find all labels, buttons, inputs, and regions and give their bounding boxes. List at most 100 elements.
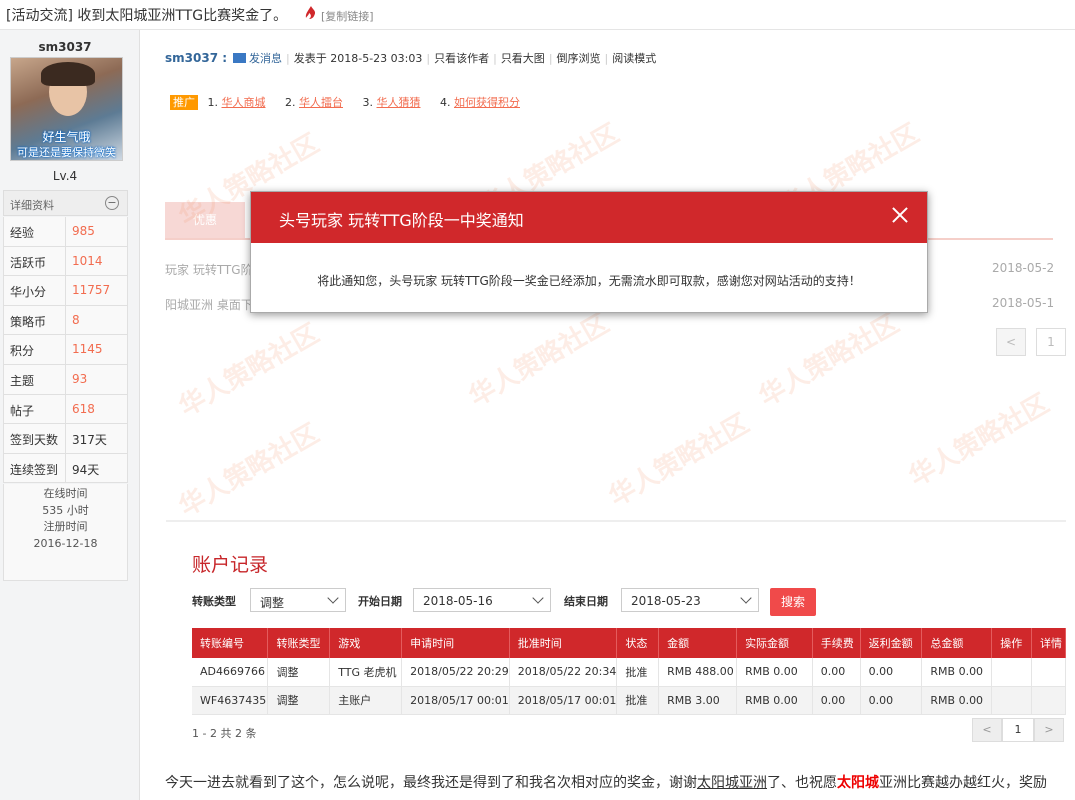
promo-link-mall[interactable]: 华人商城 bbox=[222, 96, 266, 109]
table-row: AD4669766 调整 TTG 老虎机 2018/05/22 20:29 20… bbox=[192, 658, 1066, 687]
pager-page-1[interactable]: 1 bbox=[1002, 718, 1034, 742]
stat-value[interactable]: 1014 bbox=[72, 254, 103, 268]
thread-title: [活动交流] 收到太阳城亚洲TTG比赛奖金了。 bbox=[6, 8, 288, 24]
online-value: 535 小时 bbox=[42, 503, 89, 517]
search-button[interactable]: 搜索 bbox=[770, 588, 816, 616]
post-author[interactable]: sm3037 : bbox=[165, 51, 227, 65]
stat-label: 策略币 bbox=[10, 314, 47, 329]
detail-toggle[interactable]: 详细资料 − bbox=[3, 190, 128, 216]
account-records-table: 转账编号 转账类型 游戏 申请时间 批准时间 状态 金额 实际金额 手续费 返利… bbox=[192, 628, 1066, 715]
modal-message: 将此通知您，头号玩家 玩转TTG阶段一奖金已经添加，无需流水即可取款，感谢您对网… bbox=[317, 274, 861, 288]
stat-value[interactable]: 1145 bbox=[72, 342, 103, 356]
stat-label: 经验 bbox=[10, 226, 35, 240]
bg-row-1-left: 玩家 玩转TTG阶 bbox=[165, 263, 253, 277]
close-icon[interactable] bbox=[890, 205, 910, 225]
watermark: 华人策略社区 bbox=[464, 308, 615, 413]
stat-label: 连续签到 bbox=[10, 462, 59, 477]
stat-row: 积分 1145 bbox=[3, 335, 128, 365]
account-records-title: 账户记录 bbox=[192, 554, 269, 576]
stat-label: 积分 bbox=[10, 344, 35, 359]
thread-title-bar: [活动交流] 收到太阳城亚洲TTG比赛奖金了。 [复制链接] bbox=[0, 0, 1075, 30]
stat-row: 帖子 618 bbox=[3, 394, 128, 425]
online-info: 在线时间 535 小时 注册时间 2016-12-18 bbox=[3, 484, 128, 581]
user-level: Lv.4 bbox=[52, 169, 78, 183]
bg-pager-prev: < bbox=[996, 328, 1026, 356]
award-notice-modal: 头号玩家 玩转TTG阶段一中奖通知 将此通知您，头号玩家 玩转TTG阶段一奖金已… bbox=[250, 191, 928, 313]
stat-label: 华小分 bbox=[10, 285, 47, 300]
reverse-order-link[interactable]: 倒序浏览 bbox=[557, 52, 601, 65]
stat-row: 主题 93 bbox=[3, 364, 128, 395]
promo-link-points[interactable]: 如何获得积分 bbox=[454, 96, 520, 109]
column-header[interactable]: 游戏 bbox=[329, 628, 403, 658]
pager-next-button[interactable]: > bbox=[1034, 718, 1064, 742]
envelope-icon bbox=[233, 53, 247, 63]
stat-value[interactable]: 11757 bbox=[72, 283, 110, 297]
column-header[interactable]: 手续费 bbox=[812, 628, 861, 658]
avatar-hair bbox=[41, 62, 95, 86]
watermark: 华人策略社区 bbox=[174, 318, 325, 423]
stat-value: 317天 bbox=[72, 433, 107, 448]
watermark: 华人策略社区 bbox=[754, 308, 905, 413]
chevron-down-icon bbox=[532, 592, 544, 604]
big-image-link[interactable]: 只看大图 bbox=[501, 52, 545, 65]
user-avatar[interactable]: 好生气哦 可是还是要保持微笑 bbox=[10, 57, 123, 161]
transfer-type-select[interactable]: 调整 bbox=[250, 588, 346, 612]
bg-row-2-left: 阳城亚洲 桌面下 bbox=[165, 298, 253, 312]
promo-link-guess[interactable]: 华人猜猜 bbox=[377, 96, 421, 109]
chevron-down-icon bbox=[327, 592, 339, 604]
column-header[interactable]: 申请时间 bbox=[401, 628, 510, 658]
column-header[interactable]: 详情 bbox=[1031, 628, 1066, 658]
stat-value[interactable]: 618 bbox=[72, 402, 95, 416]
stat-value[interactable]: 8 bbox=[72, 313, 80, 327]
pager-prev-button[interactable]: < bbox=[972, 718, 1002, 742]
column-header[interactable]: 状态 bbox=[616, 628, 660, 658]
column-header[interactable]: 返利金额 bbox=[860, 628, 923, 658]
bg-tab-promo: 优惠 bbox=[165, 202, 245, 238]
column-header[interactable]: 操作 bbox=[991, 628, 1032, 658]
stat-label: 帖子 bbox=[10, 403, 35, 418]
end-date-label: 结束日期 bbox=[564, 595, 608, 608]
post-highlight-suncity[interactable]: 太阳城 bbox=[837, 775, 879, 791]
stat-row: 签到天数 317天 bbox=[3, 424, 128, 454]
stat-row: 活跃币 1014 bbox=[3, 246, 128, 277]
start-date-select[interactable]: 2018-05-16 bbox=[413, 588, 551, 612]
bg-pager-num: 1 bbox=[1036, 328, 1066, 356]
table-header-row: 转账编号 转账类型 游戏 申请时间 批准时间 状态 金额 实际金额 手续费 返利… bbox=[192, 628, 1066, 658]
chevron-down-icon bbox=[740, 592, 752, 604]
stat-row: 连续签到 94天 bbox=[3, 453, 128, 484]
table-row: WF4637435 调整 主账户 2018/05/17 00:01 2018/0… bbox=[192, 686, 1066, 715]
promo-bar: 推广 1. 华人商城 2. 华人擂台 3. 华人猜猜 4. 如何获得积分 bbox=[170, 94, 520, 110]
only-author-link[interactable]: 只看该作者 bbox=[434, 52, 489, 65]
bg-row-2-right: 2018-05-1 bbox=[992, 296, 1055, 310]
avatar-caption-2: 可是还是要保持微笑 bbox=[17, 146, 116, 159]
send-message-link[interactable]: 发消息 bbox=[249, 52, 282, 65]
stat-row: 策略币 8 bbox=[3, 305, 128, 336]
column-header[interactable]: 转账编号 bbox=[192, 628, 269, 658]
stat-row: 华小分 11757 bbox=[3, 276, 128, 306]
column-header[interactable]: 实际金额 bbox=[736, 628, 813, 658]
column-header[interactable]: 批准时间 bbox=[509, 628, 618, 658]
stat-value[interactable]: 93 bbox=[72, 372, 87, 386]
promo-tag: 推广 bbox=[170, 95, 198, 110]
records-summary: 1 - 2 共 2 条 bbox=[192, 727, 257, 740]
post-date: 发表于 2018-5-23 03:03 bbox=[293, 52, 423, 65]
column-header[interactable]: 金额 bbox=[658, 628, 738, 658]
user-name[interactable]: sm3037 bbox=[0, 40, 130, 54]
column-header[interactable]: 总金额 bbox=[921, 628, 993, 658]
user-sidebar: sm3037 好生气哦 可是还是要保持微笑 Lv.4 详细资料 − 经验 985 … bbox=[0, 30, 140, 800]
copy-link-button[interactable]: [复制链接] bbox=[321, 8, 374, 24]
watermark: 华人策略社区 bbox=[604, 408, 755, 513]
column-header[interactable]: 转账类型 bbox=[267, 628, 331, 658]
promo-link-arena[interactable]: 华人擂台 bbox=[299, 96, 343, 109]
stat-value[interactable]: 985 bbox=[72, 224, 95, 238]
stat-label: 签到天数 bbox=[10, 433, 59, 448]
hot-fire-icon bbox=[305, 6, 316, 19]
end-date-select[interactable]: 2018-05-23 bbox=[621, 588, 759, 612]
start-date-label: 开始日期 bbox=[358, 595, 402, 608]
post-link-sunasia[interactable]: 太阳城亚洲 bbox=[697, 775, 767, 791]
modal-header: 头号玩家 玩转TTG阶段一中奖通知 bbox=[251, 192, 927, 243]
collapse-minus-icon[interactable]: − bbox=[105, 196, 119, 210]
register-value: 2016-12-18 bbox=[33, 536, 98, 550]
stat-value: 94天 bbox=[72, 462, 100, 477]
read-mode-link[interactable]: 阅读模式 bbox=[612, 52, 656, 65]
